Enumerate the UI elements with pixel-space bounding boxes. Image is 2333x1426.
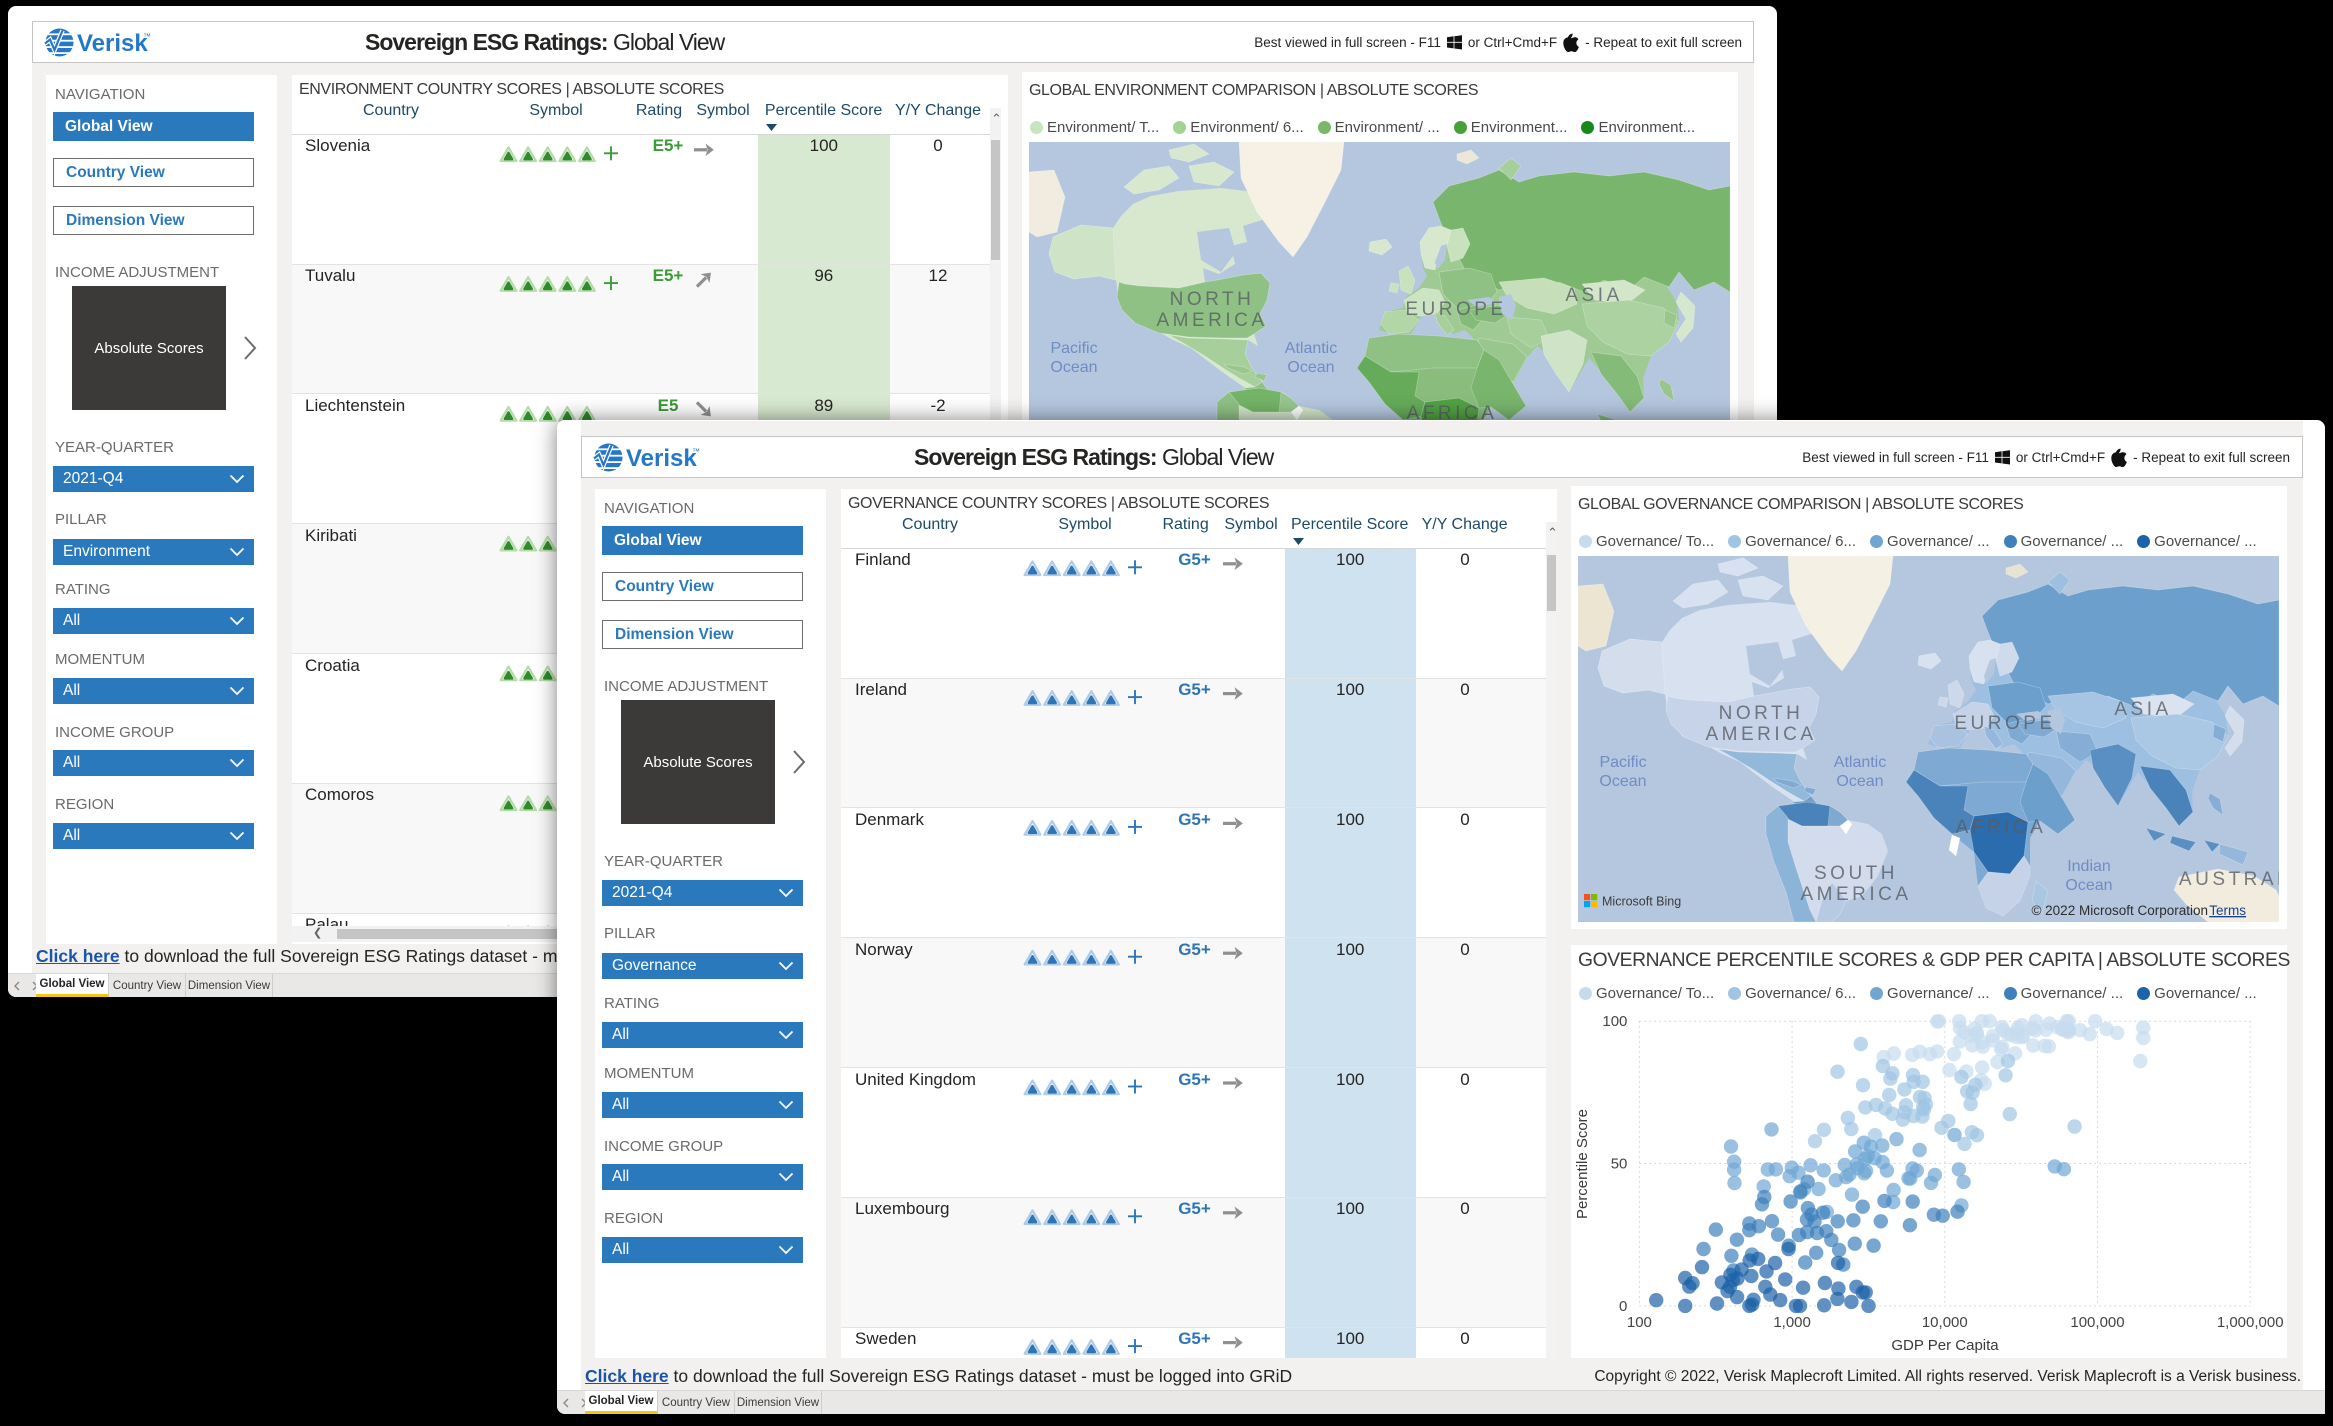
svg-text:1,000,000: 1,000,000 xyxy=(2217,1314,2284,1331)
svg-text:AMERICA: AMERICA xyxy=(1156,310,1267,331)
svg-text:Pacific: Pacific xyxy=(1599,754,1646,771)
svg-text:Terms: Terms xyxy=(2209,903,2246,918)
svg-text:1,000: 1,000 xyxy=(1773,1314,1811,1331)
svg-text:SOUTH: SOUTH xyxy=(1814,863,1898,884)
svg-text:ASIA: ASIA xyxy=(2114,699,2171,720)
svg-text:EUROPE: EUROPE xyxy=(1954,713,2055,734)
svg-text:™: ™ xyxy=(143,32,151,41)
svg-text:GDP Per Capita: GDP Per Capita xyxy=(1891,1337,1999,1354)
svg-text:™: ™ xyxy=(692,447,700,456)
svg-text:Ocean: Ocean xyxy=(2065,877,2112,894)
svg-text:0: 0 xyxy=(1619,1298,1627,1315)
svg-text:Atlantic: Atlantic xyxy=(1285,340,1337,357)
svg-text:NORTH: NORTH xyxy=(1719,703,1804,724)
svg-text:NORTH: NORTH xyxy=(1170,289,1255,310)
svg-text:10,000: 10,000 xyxy=(1922,1314,1968,1331)
svg-text:100,000: 100,000 xyxy=(2070,1314,2124,1331)
svg-text:© 2022 Microsoft Corporation: © 2022 Microsoft Corporation xyxy=(2031,903,2208,918)
svg-text:AMERICA: AMERICA xyxy=(1705,724,1816,745)
svg-text:Ocean: Ocean xyxy=(1836,773,1883,790)
svg-text:AMERICA: AMERICA xyxy=(1800,884,1911,905)
svg-text:Ocean: Ocean xyxy=(1599,773,1646,790)
svg-text:Percentile Score: Percentile Score xyxy=(1574,1109,1591,1219)
svg-text:Verisk: Verisk xyxy=(626,445,697,472)
svg-text:Verisk: Verisk xyxy=(77,30,148,57)
svg-text:ASIA: ASIA xyxy=(1565,285,1622,306)
svg-text:AUSTRAL: AUSTRAL xyxy=(2179,869,2279,890)
svg-text:100: 100 xyxy=(1627,1314,1652,1331)
svg-text:Atlantic: Atlantic xyxy=(1834,754,1886,771)
svg-text:AFRICA: AFRICA xyxy=(1956,817,2047,838)
svg-text:Microsoft Bing: Microsoft Bing xyxy=(1602,895,1681,909)
svg-text:100: 100 xyxy=(1602,1013,1627,1030)
svg-text:50: 50 xyxy=(1611,1156,1628,1173)
svg-text:Ocean: Ocean xyxy=(1050,359,1097,376)
svg-text:Ocean: Ocean xyxy=(1287,359,1334,376)
svg-text:Pacific: Pacific xyxy=(1050,340,1097,357)
svg-text:EUROPE: EUROPE xyxy=(1405,299,1506,320)
svg-text:Indian: Indian xyxy=(2067,858,2111,875)
